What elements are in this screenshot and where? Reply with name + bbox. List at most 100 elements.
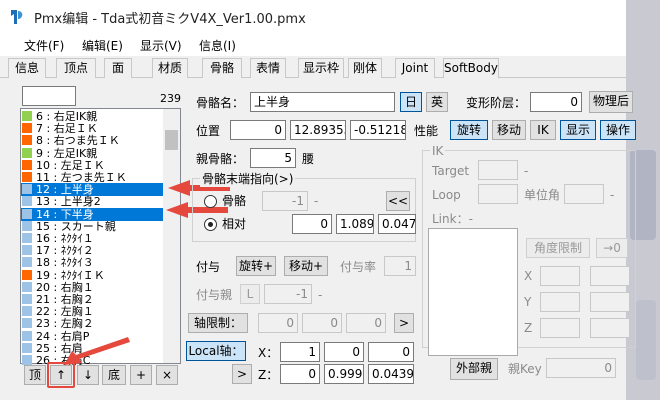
- grant-rotate-button[interactable]: 旋转+: [236, 256, 276, 276]
- menu-info[interactable]: 信息(I): [199, 37, 236, 54]
- tab-rigid-body[interactable]: 刚体: [348, 58, 382, 78]
- external-parent-button[interactable]: 外部親: [450, 358, 498, 380]
- axis-z-input[interactable]: 0: [346, 313, 386, 333]
- physics-after-button[interactable]: 物理后: [589, 91, 633, 113]
- tab-morph[interactable]: 表情: [250, 58, 286, 78]
- ik-unit-angle-input[interactable]: [564, 184, 604, 204]
- bone-list-item[interactable]: 21 : 右胸２: [21, 293, 163, 306]
- parent-key-input[interactable]: 0: [546, 358, 616, 378]
- bone-list-item[interactable]: 15 : スカート親: [21, 220, 163, 233]
- delete-bone-button[interactable]: ×: [156, 365, 178, 385]
- ik-z-max-input[interactable]: [590, 318, 630, 338]
- bone-filter-input[interactable]: [22, 86, 76, 106]
- tail-rel-y-input[interactable]: 1.0899: [336, 214, 374, 234]
- bone-list-item[interactable]: 10 : 左足ＩＫ: [21, 159, 163, 172]
- lang-en-button[interactable]: 英: [426, 92, 448, 112]
- deform-layer-input[interactable]: 0: [530, 92, 582, 112]
- bone-list-item-label: 16 : ﾈｸﾀｲ１: [36, 232, 94, 245]
- move-down-button[interactable]: ↓: [77, 365, 99, 385]
- tab-joint[interactable]: Joint: [395, 58, 435, 78]
- grant-move-button[interactable]: 移动+: [284, 256, 328, 276]
- position-z-input[interactable]: -0.51218: [350, 120, 406, 140]
- position-y-input[interactable]: 12.89353: [290, 120, 346, 140]
- tail-rel-x-input[interactable]: 0: [292, 214, 332, 234]
- move-top-button[interactable]: 顶: [24, 365, 46, 385]
- bone-list-item[interactable]: 13 : 上半身2: [21, 195, 163, 208]
- bone-color-swatch: [22, 159, 32, 170]
- scrollbar-thumb[interactable]: [165, 130, 178, 150]
- grant-parent-input[interactable]: -1: [264, 284, 312, 304]
- bone-list-item[interactable]: 8 : 右つま先ＩＫ: [21, 134, 163, 147]
- tab-vertex[interactable]: 顶点: [56, 58, 96, 78]
- menu-edit[interactable]: 编辑(E): [82, 37, 123, 54]
- bone-list-item[interactable]: 17 : ﾈｸﾀｲ２: [21, 244, 163, 257]
- axis-jump-button[interactable]: >: [394, 313, 414, 333]
- local-jump-button[interactable]: >: [232, 364, 252, 384]
- bone-list-item[interactable]: 6 : 右足IK親: [21, 110, 163, 123]
- axis-x-input[interactable]: 0: [258, 313, 298, 333]
- position-x-input[interactable]: 0: [230, 120, 286, 140]
- tail-jump-button[interactable]: <<: [386, 191, 410, 211]
- tail-rel-z-input[interactable]: 0.0479: [378, 214, 416, 234]
- angle-limit-button[interactable]: 角度限制: [526, 238, 590, 258]
- bone-name-input[interactable]: 上半身: [250, 92, 395, 112]
- window-title: Pmx编辑 - Tda式初音ミクV4X_Ver1.00.pmx: [34, 12, 306, 27]
- perf-rotate-button[interactable]: 旋转: [450, 120, 488, 140]
- bone-color-swatch: [22, 184, 32, 195]
- menu-file[interactable]: 文件(F): [24, 37, 64, 54]
- ik-y-max-input[interactable]: [590, 292, 630, 312]
- tab-material[interactable]: 材质: [152, 58, 188, 78]
- add-bone-button[interactable]: +: [130, 365, 152, 385]
- ik-loop-input[interactable]: [478, 184, 518, 204]
- local-z3-input[interactable]: 0.0439: [368, 364, 414, 384]
- bone-list-item[interactable]: 9 : 左足IK親: [21, 147, 163, 160]
- ik-unit-angle-label: 单位角: [524, 188, 561, 202]
- bone-list-item-label: 9 : 左足IK親: [36, 146, 98, 160]
- bone-list-item[interactable]: 11 : 左つま先ＩＫ: [21, 171, 163, 184]
- tail-bone-radio[interactable]: [204, 195, 217, 208]
- tab-face[interactable]: 面: [104, 58, 132, 78]
- parent-bone-input[interactable]: 5: [250, 148, 296, 168]
- local-z1-input[interactable]: 0: [280, 364, 320, 384]
- axis-y-input[interactable]: 0: [302, 313, 342, 333]
- bone-list-item[interactable]: 20 : 右胸１: [21, 281, 163, 294]
- bone-list-item[interactable]: 23 : 左胸２: [21, 317, 163, 330]
- tail-relative-radio[interactable]: [204, 218, 217, 231]
- ik-z-min-input[interactable]: [540, 318, 580, 338]
- local-z2-input[interactable]: 0.9990: [324, 364, 364, 384]
- bone-list-item[interactable]: 16 : ﾈｸﾀｲ１: [21, 232, 163, 245]
- ik-x-max-input[interactable]: [590, 266, 630, 286]
- bone-list-item[interactable]: 22 : 左胸１: [21, 305, 163, 318]
- local-x2-input[interactable]: 0: [324, 342, 364, 362]
- tab-bone[interactable]: 骨骼: [202, 58, 242, 78]
- ik-target-input[interactable]: [478, 160, 518, 180]
- perf-ik-button[interactable]: IK: [530, 120, 556, 140]
- bone-list-item[interactable]: 14 : 下半身: [21, 207, 163, 221]
- perf-show-button[interactable]: 显示: [560, 120, 596, 140]
- bone-list-item[interactable]: 19 : ﾈｸﾀｲＩＫ: [21, 269, 163, 282]
- grant-parent-button[interactable]: L: [240, 284, 260, 304]
- tail-bone-input[interactable]: -1: [262, 191, 308, 211]
- tab-display-frame[interactable]: 显示枠: [298, 58, 344, 78]
- arrow-annotation-icon: [64, 337, 130, 365]
- bone-list-item[interactable]: 12 : 上半身: [21, 183, 163, 197]
- perf-move-button[interactable]: 移动: [492, 120, 526, 140]
- ik-unit-dash: -: [610, 188, 615, 202]
- ik-zero-button[interactable]: →0: [596, 238, 628, 258]
- local-x1-input[interactable]: 1: [280, 342, 320, 362]
- tab-softbody[interactable]: SoftBody: [443, 58, 499, 78]
- move-bottom-button[interactable]: 底: [102, 365, 126, 385]
- tab-info[interactable]: 信息: [8, 58, 46, 78]
- perf-operate-button[interactable]: 操作: [600, 120, 636, 140]
- local-x3-input[interactable]: 0: [368, 342, 414, 362]
- grant-rate-input[interactable]: 1: [384, 256, 416, 276]
- ik-y-min-input[interactable]: [540, 292, 580, 312]
- lang-jp-button[interactable]: 日: [400, 92, 422, 112]
- ik-link-list[interactable]: [428, 228, 518, 356]
- axis-limit-button[interactable]: 轴限制：: [188, 313, 248, 333]
- menu-view[interactable]: 显示(V): [140, 37, 182, 54]
- local-axis-button[interactable]: Local轴：: [186, 341, 246, 361]
- ik-x-min-input[interactable]: [540, 266, 580, 286]
- bone-list-item[interactable]: 7 : 右足ＩＫ: [21, 122, 163, 135]
- bone-list-item[interactable]: 18 : ﾈｸﾀｲ３: [21, 256, 163, 269]
